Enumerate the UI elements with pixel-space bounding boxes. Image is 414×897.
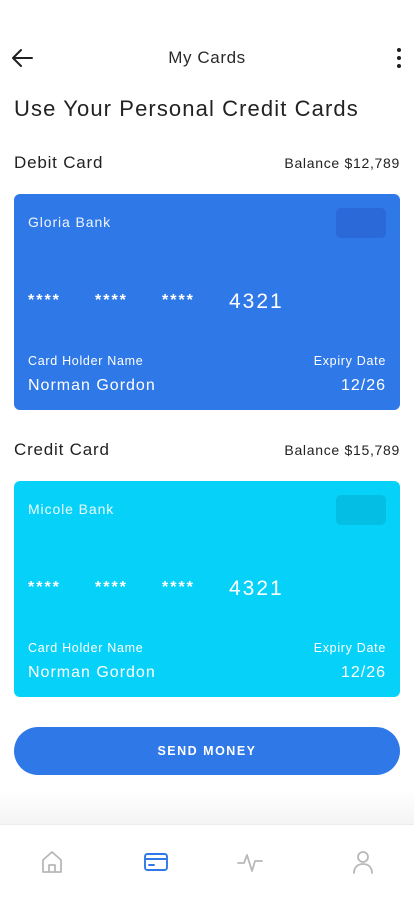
card-expiry-date: 12/26 (340, 377, 386, 394)
debit-section-header: Debit Card Balance $12,789 (14, 153, 400, 177)
credit-balance: Balance $15,789 (284, 442, 400, 458)
debit-card-label: Debit Card (14, 153, 104, 172)
credit-section-header: Credit Card Balance $15,789 (14, 440, 400, 464)
card-number-group: **** (95, 579, 128, 596)
credit-card[interactable]: Micole Bank **** **** **** 4321 Card Hol… (14, 481, 400, 697)
credit-card-label: Credit Card (14, 440, 110, 459)
card-holder-name: Norman Gordon (28, 377, 156, 394)
page-header-title: My Cards (168, 48, 246, 67)
bottom-nav (0, 824, 414, 897)
card-number-last4: 4321 (229, 577, 284, 600)
home-icon (42, 851, 62, 873)
debit-card[interactable]: Gloria Bank **** **** **** 4321 Card Hol… (14, 194, 400, 410)
card-expiry-date: 12/26 (340, 664, 386, 681)
user-icon (353, 851, 373, 874)
send-money-button[interactable]: SEND MONEY (14, 727, 400, 775)
card-expiry-label: Expiry Date (313, 641, 386, 655)
card-number-group: **** (95, 292, 128, 309)
card-expiry-label: Expiry Date (313, 354, 386, 368)
app-header: My Cards (0, 38, 414, 78)
bottom-fade (0, 790, 414, 824)
nav-item-profile[interactable] (348, 847, 378, 877)
card-holder-label: Card Holder Name (28, 354, 144, 368)
card-chip (336, 495, 386, 525)
more-options-button[interactable] (392, 44, 406, 72)
card-number-group: **** (162, 292, 195, 309)
card-chip (336, 208, 386, 238)
card-number-last4: 4321 (229, 290, 284, 313)
card-bank-name: Gloria Bank (28, 214, 112, 230)
card-holder-label: Card Holder Name (28, 641, 144, 655)
card-number-group: **** (162, 579, 195, 596)
activity-icon (237, 854, 263, 872)
more-vertical-icon (397, 48, 401, 68)
page-title: Use Your Personal Credit Cards (14, 96, 359, 121)
card-number-group: **** (28, 292, 61, 309)
card-icon (144, 853, 168, 871)
nav-item-activity[interactable] (235, 847, 265, 877)
debit-balance: Balance $12,789 (284, 155, 400, 171)
card-bank-name: Micole Bank (28, 501, 115, 517)
card-number-group: **** (28, 579, 61, 596)
nav-item-cards[interactable] (141, 847, 171, 877)
card-holder-name: Norman Gordon (28, 664, 156, 681)
nav-item-home[interactable] (37, 847, 67, 877)
